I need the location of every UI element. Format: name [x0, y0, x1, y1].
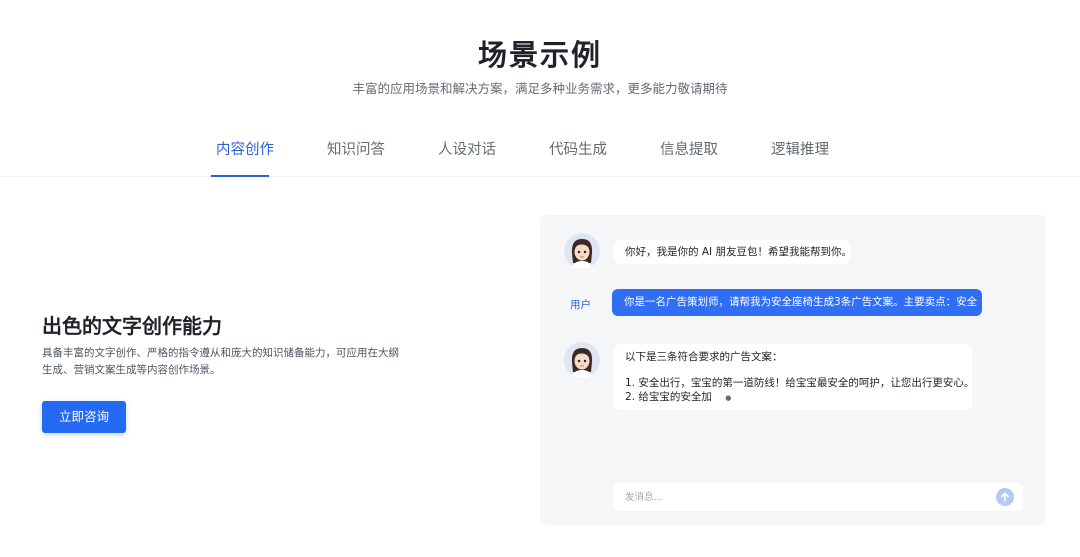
scenario-tabs: 内容创作 知识问答 人设对话 代码生成 信息提取 逻辑推理	[0, 128, 1080, 177]
tab-info-extraction[interactable]: 信息提取	[660, 138, 718, 159]
reply-line-text: 2. 给宝宝的安全加	[625, 391, 712, 403]
send-button[interactable]	[996, 488, 1014, 506]
assistant-reply-bubble: 以下是三条符合要求的广告文案： 1. 安全出行，宝宝的第一道防线！给宝宝最安全的…	[614, 344, 975, 410]
reply-intro: 以下是三条符合要求的广告文案：	[625, 351, 783, 363]
message-input[interactable]	[613, 483, 983, 511]
assistant-avatar-icon	[564, 342, 600, 378]
chat-demo-panel: 你好，我是你的 AI 朋友豆包！希望我能帮到你。 用户 你是一名广告策划师，请帮…	[540, 215, 1045, 525]
user-message-bubble: 你是一名广告策划师，请帮我为安全座椅生成3条广告文案。主要卖点：安全	[612, 289, 982, 316]
feature-description: 具备丰富的文字创作、严格的指令遵从和庞大的知识储备能力，可应用在大纲 生成、营销…	[42, 345, 402, 379]
tab-code-generation[interactable]: 代码生成	[549, 138, 607, 159]
feature-description-line: 具备丰富的文字创作、严格的指令遵从和庞大的知识储备能力，可应用在大纲	[42, 347, 399, 359]
tab-knowledge-qa[interactable]: 知识问答	[327, 138, 385, 159]
assistant-avatar-icon	[564, 233, 600, 269]
reply-line: 2. 给宝宝的安全加 ●	[625, 390, 961, 405]
message-input-box	[613, 483, 1023, 511]
typing-indicator: ●	[725, 394, 732, 402]
feature-title: 出色的文字创作能力	[42, 314, 222, 338]
assistant-greeting-bubble: 你好，我是你的 AI 朋友豆包！希望我能帮到你。	[614, 240, 852, 264]
tab-persona-chat[interactable]: 人设对话	[438, 138, 496, 159]
consult-now-button[interactable]: 立即咨询	[42, 401, 126, 433]
tab-logical-reasoning[interactable]: 逻辑推理	[771, 138, 829, 159]
page-subtitle: 丰富的应用场景和解决方案，满足多种业务需求，更多能力敬请期待	[352, 81, 728, 96]
tab-content-creation[interactable]: 内容创作	[216, 138, 274, 159]
reply-line: 1. 安全出行，宝宝的第一道防线！给宝宝最安全的呵护，让您出行更安心。	[625, 377, 975, 389]
user-label: 用户	[570, 299, 591, 311]
page-title: 场景示例	[477, 38, 602, 72]
feature-description-line: 生成、营销文案生成等内容创作场景。	[42, 364, 221, 376]
active-tab-indicator	[211, 175, 269, 177]
send-arrow-icon	[1001, 492, 1009, 502]
